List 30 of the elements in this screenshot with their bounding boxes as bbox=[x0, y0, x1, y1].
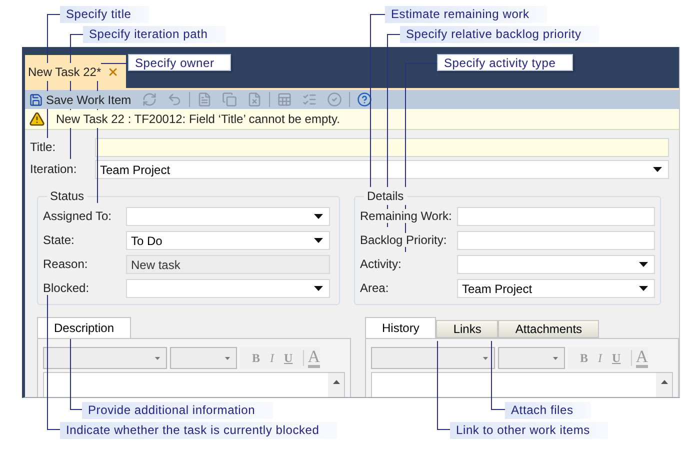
document-tab[interactable]: New Task 22* bbox=[25, 55, 126, 88]
callout-label: Attach files bbox=[505, 402, 592, 419]
warning-message: New Task 22 : TF20012: Field ‘Title’ cannot be empty. bbox=[56, 110, 340, 128]
readonly-field: New task bbox=[126, 255, 330, 274]
field-label: Activity: bbox=[360, 257, 402, 271]
field-label: Title: bbox=[30, 140, 56, 154]
tab[interactable]: Attachments bbox=[498, 320, 600, 338]
field-label: Iteration: bbox=[30, 162, 77, 176]
callout-label: Specify activity type bbox=[437, 54, 573, 71]
callout-label: Specify owner bbox=[128, 54, 232, 71]
callout-label: Specify relative backlog priority bbox=[400, 26, 600, 43]
dropdown-field[interactable]: Team Project bbox=[457, 279, 655, 298]
callout-label: Specify iteration path bbox=[83, 26, 226, 43]
callout-label: Indicate whether the task is currently blocked bbox=[60, 422, 338, 439]
callout-label: Link to other work items bbox=[450, 422, 608, 439]
field-label: Backlog Priority: bbox=[360, 233, 447, 247]
tab[interactable]: Description bbox=[37, 317, 132, 338]
field-label: Remaining Work: bbox=[360, 209, 452, 223]
field-label: Blocked: bbox=[43, 281, 90, 295]
dropdown-field[interactable]: To Do bbox=[126, 231, 330, 250]
callout-label: Estimate remaining work bbox=[385, 6, 548, 23]
field-label: Assigned To: bbox=[43, 209, 112, 223]
callout-label: Provide additional information bbox=[82, 402, 274, 419]
field-label: State: bbox=[43, 233, 74, 247]
tab[interactable]: Links bbox=[436, 320, 498, 338]
callout-label: Specify title bbox=[60, 6, 150, 23]
field-label: Area: bbox=[360, 281, 389, 295]
dropdown-field[interactable]: Team Project bbox=[95, 160, 669, 179]
field-label: Reason: bbox=[43, 257, 88, 271]
tab[interactable]: History bbox=[365, 317, 436, 338]
